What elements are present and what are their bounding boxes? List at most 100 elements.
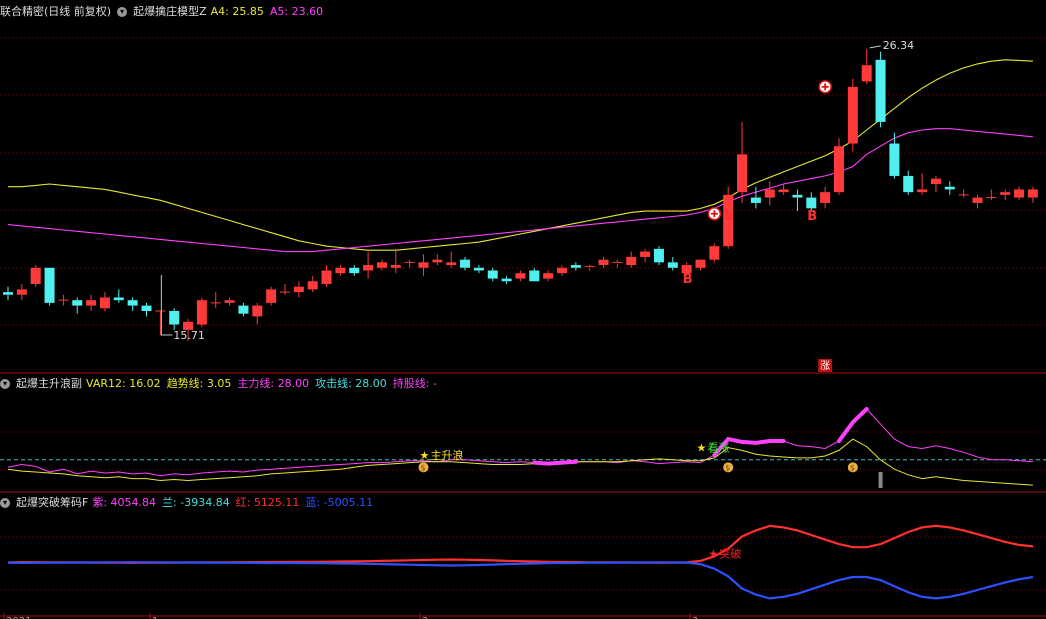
candle <box>155 310 166 336</box>
money-bag-icon: $ <box>723 462 734 473</box>
buy-signal-label: B <box>807 209 817 224</box>
candle <box>86 294 97 311</box>
sub1-panel: ★ 主升浪★ 看涨$ $ $ <box>0 407 1046 488</box>
candle <box>321 265 332 287</box>
candle <box>764 181 775 206</box>
candle <box>1027 186 1038 203</box>
candle-body <box>529 270 540 282</box>
money-bag-symbol: $ <box>850 463 855 472</box>
high-pointer <box>869 45 881 49</box>
candle <box>30 265 41 287</box>
candle-body <box>1000 192 1011 195</box>
candle-body <box>99 297 110 309</box>
candle <box>72 297 83 314</box>
candle <box>141 302 152 317</box>
candle-body <box>44 267 55 303</box>
candle <box>487 267 498 282</box>
stock-title: 联合精密(日线 前复权) <box>0 5 112 18</box>
candle-body <box>473 267 484 271</box>
candle <box>820 186 831 209</box>
candle-body <box>487 270 498 279</box>
candle <box>113 289 124 303</box>
candle <box>252 302 263 325</box>
main-field-0: A4: 25.85 <box>210 5 264 18</box>
chevron-down-icon[interactable]: ▾ <box>117 7 128 17</box>
candle-body <box>1014 189 1025 198</box>
highlight-segment <box>532 459 578 466</box>
candle-body <box>557 267 567 274</box>
candle <box>404 259 415 268</box>
candle-body <box>1027 189 1038 198</box>
candle <box>307 275 318 293</box>
main-indicator-name[interactable]: 起爆擒庄模型Z <box>133 5 207 18</box>
candle <box>626 251 637 268</box>
money-bag-symbol: $ <box>725 463 730 472</box>
sub2-panel: ★ 突破 <box>0 524 1046 600</box>
candle-body <box>930 178 941 185</box>
chevron-down-icon[interactable]: ▾ <box>0 379 10 389</box>
money-bag-icon: $ <box>847 462 858 473</box>
candle-body <box>889 143 900 176</box>
candle <box>3 286 13 301</box>
stock-chart: 26.3415.71BBB涨 ★主升浪★看涨$$$ ★突破 2021123 <box>0 37 1046 619</box>
candle-body <box>349 267 360 274</box>
candle-body <box>446 262 457 266</box>
candle <box>695 259 706 271</box>
star-icon: ★ <box>708 547 718 560</box>
candle-body <box>778 189 789 193</box>
candle-body <box>196 300 207 325</box>
candle-body <box>972 197 983 203</box>
candle <box>861 49 872 85</box>
candle <box>570 262 581 271</box>
main-panel: 26.34 15.71 B B B 涨 <box>0 37 1046 372</box>
candle <box>293 281 304 298</box>
candle <box>99 292 110 311</box>
candle-body <box>653 248 664 263</box>
candle <box>778 184 789 195</box>
candle <box>127 297 138 311</box>
sub1-indicator-values: VAR12: 16.02 趋势线: 3.05 主力线: 28.00 攻击线: 28.0… <box>86 377 443 390</box>
candle-body <box>321 270 332 284</box>
candle-body <box>307 281 318 290</box>
candle-body <box>335 267 346 274</box>
star-icon: ★ <box>420 449 430 462</box>
sub1-field-0: VAR12: 16.02 <box>86 377 161 390</box>
candle-body <box>113 297 124 301</box>
candle-body <box>543 273 554 279</box>
candle <box>847 78 858 152</box>
candle-body <box>861 65 872 82</box>
candle-body <box>169 310 180 325</box>
candle <box>390 248 401 274</box>
candle <box>376 259 387 271</box>
main-field-1: A5: 23.60 <box>269 5 324 18</box>
candle-body <box>750 197 761 203</box>
sub2-indicator-values: 紫: 4054.84 兰: -3934.84 红: 5125.11 蓝: -5005.… <box>92 496 379 509</box>
sub1-header: ▾ 起爆主升浪副 VAR12: 16.02 趋势线: 3.05 主力线: 28.00 攻击… <box>0 375 449 393</box>
candle-body <box>598 259 609 266</box>
candle-body <box>460 259 471 268</box>
sub1-field-3: 攻击线: 28.00 <box>315 377 387 390</box>
candle <box>1000 189 1011 201</box>
candle-body <box>515 273 526 279</box>
candle <box>280 283 290 295</box>
candle-body <box>266 289 277 303</box>
candle <box>238 302 249 317</box>
sub2-header: ▾ 起爆突破筹码F 紫: 4054.84 兰: -3934.84 红: 5125.11 蓝… <box>0 494 385 512</box>
bullish-label: ★ 看涨 <box>697 440 730 454</box>
limit-up-badge: 涨 <box>818 359 833 372</box>
candle <box>418 254 429 276</box>
candle <box>930 175 941 193</box>
sub2-field-3: 蓝: -5005.11 <box>305 496 374 509</box>
sub1-indicator-name[interactable]: 起爆主升浪副 <box>16 377 82 390</box>
sub1-line-VAR12 <box>7 408 1033 477</box>
candle-body <box>238 305 249 314</box>
candle <box>750 186 761 209</box>
candle-body <box>3 292 13 295</box>
candle-body <box>363 265 374 271</box>
sub2-indicator-name[interactable]: 起爆突破筹码F <box>16 496 88 509</box>
high-price-label: 26.34 <box>883 39 915 52</box>
chevron-down-icon[interactable]: ▾ <box>0 498 10 508</box>
wave-label-text: 看涨 <box>708 440 730 454</box>
candle <box>972 194 983 209</box>
candle <box>1014 186 1025 201</box>
